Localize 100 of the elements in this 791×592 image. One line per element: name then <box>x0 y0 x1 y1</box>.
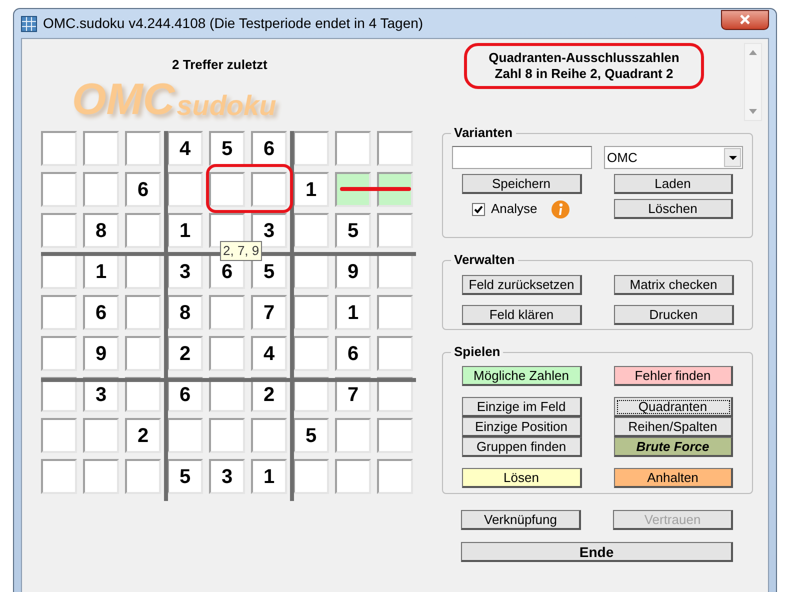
sudoku-cell[interactable] <box>41 418 77 453</box>
sudoku-cell[interactable] <box>377 336 413 371</box>
save-button[interactable]: Speichern <box>462 174 582 194</box>
sudoku-cell[interactable] <box>293 131 329 166</box>
sudoku-cell[interactable] <box>167 172 203 207</box>
sudoku-cell[interactable] <box>41 213 77 248</box>
sudoku-cell[interactable]: 8 <box>83 213 119 248</box>
strike-line <box>340 187 411 191</box>
sudoku-cell[interactable] <box>377 213 413 248</box>
solver-button[interactable]: Reihen/Spalten <box>614 417 733 437</box>
solver-button[interactable]: Mögliche Zahlen <box>462 366 582 386</box>
info-icon[interactable] <box>551 200 570 218</box>
sudoku-cell[interactable] <box>41 336 77 371</box>
sudoku-cell[interactable] <box>41 131 77 166</box>
load-button[interactable]: Laden <box>614 174 733 194</box>
sudoku-cell[interactable]: 5 <box>209 131 245 166</box>
sudoku-cell[interactable]: 2 <box>167 336 203 371</box>
solver-button[interactable]: Lösen <box>462 468 582 488</box>
manage-button[interactable]: Feld zurücksetzen <box>462 275 582 295</box>
solver-button[interactable]: Fehler finden <box>614 366 733 386</box>
sudoku-cell[interactable]: 9 <box>83 336 119 371</box>
sudoku-cell[interactable] <box>335 172 371 207</box>
sudoku-cell[interactable]: 4 <box>167 131 203 166</box>
sudoku-cell[interactable]: 1 <box>335 295 371 330</box>
solver-button[interactable]: Quadranten <box>614 397 733 417</box>
sudoku-cell[interactable] <box>125 295 161 330</box>
solver-button[interactable]: Brute Force <box>614 437 733 457</box>
end-button[interactable]: Ende <box>461 542 733 562</box>
sudoku-cell[interactable] <box>293 254 329 289</box>
tooltip: 2, 7, 9 <box>220 241 262 261</box>
sudoku-cell[interactable]: 3 <box>209 459 245 494</box>
sudoku-cell[interactable] <box>41 459 77 494</box>
manage-button[interactable]: Drucken <box>614 305 734 325</box>
sudoku-cell[interactable]: 3 <box>167 254 203 289</box>
sudoku-cell[interactable]: 5 <box>335 213 371 248</box>
sudoku-cell[interactable] <box>41 254 77 289</box>
sudoku-cell[interactable]: 1 <box>83 254 119 289</box>
sudoku-cell[interactable] <box>125 254 161 289</box>
sudoku-cell[interactable] <box>293 213 329 248</box>
name-field[interactable] <box>452 146 592 169</box>
sudoku-cell[interactable] <box>377 459 413 494</box>
sudoku-cell[interactable]: 6 <box>83 295 119 330</box>
manage-button[interactable]: Feld klären <box>462 305 582 325</box>
sudoku-cell[interactable] <box>335 131 371 166</box>
sudoku-cell[interactable] <box>209 295 245 330</box>
caret-icon <box>728 156 736 160</box>
manage-button[interactable]: Matrix checken <box>614 275 734 295</box>
down-arrow-icon <box>749 109 757 114</box>
sudoku-cell[interactable]: 2 <box>125 418 161 453</box>
variant-dropdown[interactable]: OMC <box>604 146 743 169</box>
close-button[interactable] <box>721 10 769 30</box>
sudoku-cell[interactable] <box>209 172 245 207</box>
sudoku-cell[interactable] <box>83 418 119 453</box>
sudoku-cell[interactable] <box>125 131 161 166</box>
sudoku-cell[interactable] <box>125 459 161 494</box>
sudoku-cell[interactable]: 1 <box>167 213 203 248</box>
sudoku-cell[interactable] <box>167 418 203 453</box>
solver-button[interactable]: Anhalten <box>614 468 733 488</box>
sudoku-cell[interactable] <box>83 459 119 494</box>
sudoku-cell[interactable] <box>293 459 329 494</box>
sudoku-cell[interactable] <box>251 172 287 207</box>
sudoku-cell[interactable]: 4 <box>251 336 287 371</box>
sudoku-cell[interactable]: 1 <box>251 459 287 494</box>
sudoku-cell[interactable]: 6 <box>251 131 287 166</box>
solver-button[interactable]: Einzige Position <box>462 417 582 437</box>
sudoku-cell[interactable] <box>209 336 245 371</box>
sudoku-cell[interactable] <box>377 131 413 166</box>
sudoku-cell[interactable] <box>41 295 77 330</box>
sudoku-cell[interactable] <box>209 418 245 453</box>
sudoku-cell[interactable]: 7 <box>251 295 287 330</box>
sudoku-cell[interactable] <box>293 295 329 330</box>
sudoku-cell[interactable] <box>41 172 77 207</box>
sudoku-cell[interactable] <box>125 213 161 248</box>
sudoku-cell[interactable]: 5 <box>293 418 329 453</box>
sudoku-cell[interactable] <box>335 459 371 494</box>
sudoku-cell[interactable]: 5 <box>167 459 203 494</box>
sudoku-cell[interactable] <box>251 418 287 453</box>
sudoku-cell[interactable]: 6 <box>335 336 371 371</box>
sudoku-cell[interactable] <box>83 172 119 207</box>
sudoku-cell[interactable] <box>335 418 371 453</box>
analyse-label: Analyse <box>491 200 538 218</box>
action-button[interactable]: Verknüpfung <box>461 510 581 530</box>
solver-button[interactable]: Gruppen finden <box>462 437 582 457</box>
message-text: Quadranten-Ausschlusszahlen Zahl 8 in Reihe 2, Quadrant 2 <box>464 43 704 89</box>
sudoku-cell[interactable] <box>377 418 413 453</box>
solver-button[interactable]: Einzige im Feld <box>462 397 582 417</box>
up-arrow-icon <box>749 50 757 55</box>
sudoku-cell[interactable]: 5 <box>251 254 287 289</box>
scrollbar[interactable] <box>744 43 762 121</box>
analyse-checkbox[interactable] <box>472 202 485 216</box>
sudoku-cell[interactable] <box>377 295 413 330</box>
sudoku-cell[interactable]: 8 <box>167 295 203 330</box>
sudoku-cell[interactable]: 1 <box>293 172 329 207</box>
sudoku-cell[interactable] <box>377 254 413 289</box>
sudoku-cell[interactable] <box>125 336 161 371</box>
delete-button[interactable]: Löschen <box>614 199 733 219</box>
sudoku-cell[interactable] <box>83 131 119 166</box>
sudoku-cell[interactable] <box>293 336 329 371</box>
sudoku-cell[interactable]: 9 <box>335 254 371 289</box>
sudoku-cell[interactable]: 6 <box>125 172 161 207</box>
